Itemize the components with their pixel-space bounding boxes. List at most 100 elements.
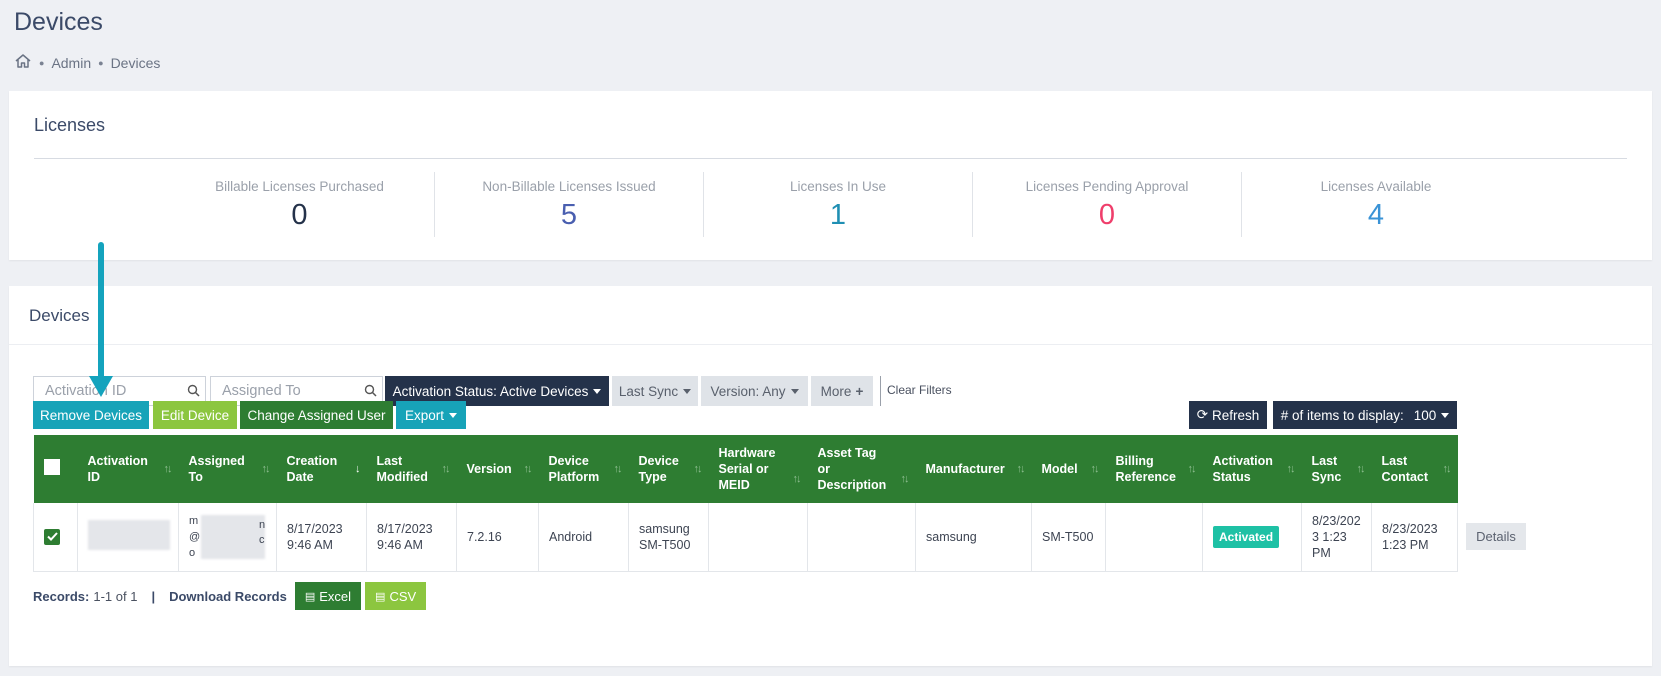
table-row[interactable]: m n @ c o 8/17/2023 9:46 AM 8/17/2023 9:46 … xyxy=(33,503,1458,572)
export-label: Export xyxy=(404,407,445,423)
clear-filters-link[interactable]: Clear Filters xyxy=(887,383,952,397)
col-assigned-to[interactable]: Assigned To ↑↓ xyxy=(178,435,277,503)
col-label: Last xyxy=(376,454,403,468)
col-device-platform[interactable]: Device Platform ↑↓ xyxy=(538,435,629,503)
status-badge: Activated xyxy=(1213,525,1280,548)
sort-icon[interactable]: ↑↓ xyxy=(164,461,173,477)
sort-desc-icon[interactable]: ↓ xyxy=(355,461,360,477)
search-icon[interactable] xyxy=(187,384,200,402)
sort-icon[interactable]: ↑↓ xyxy=(694,461,703,477)
col-label: Type xyxy=(638,470,667,484)
col-label: Date xyxy=(286,470,314,484)
sort-icon[interactable]: ↑↓ xyxy=(524,461,533,477)
select-all-checkbox[interactable] xyxy=(43,459,60,475)
cell-text: 3 1:23 PM xyxy=(1312,529,1347,560)
remove-devices-button[interactable]: Remove Devices xyxy=(33,401,149,429)
col-manufacturer[interactable]: Manufacturer ↑↓ xyxy=(915,435,1032,503)
col-last-modified[interactable]: Last Modified ↑↓ xyxy=(366,435,457,503)
sort-icon[interactable]: ↑↓ xyxy=(442,461,451,477)
col-billing-reference[interactable]: Billing Reference ↑↓ xyxy=(1105,435,1203,503)
row-select-cell xyxy=(33,503,78,572)
breadcrumb: ● Admin ● Devices xyxy=(14,53,160,72)
cell-text: 8/23/202 xyxy=(1312,513,1361,528)
col-label: Sync xyxy=(1311,470,1342,484)
col-activation-id[interactable]: Activation ID ↑↓ xyxy=(77,435,179,503)
col-label: Contact xyxy=(1381,470,1429,484)
sort-icon[interactable]: ↑↓ xyxy=(793,471,802,487)
sort-icon[interactable]: ↑↓ xyxy=(901,471,910,487)
stat-label: Billable Licenses Purchased xyxy=(215,179,384,194)
items-per-page-select[interactable]: # of items to display: 100 xyxy=(1273,401,1457,429)
assigned-fragment: n xyxy=(259,519,266,531)
records-footer: Records: 1-1 of 1 | Download Records ▤ Ex… xyxy=(33,582,430,610)
change-assigned-user-button[interactable]: Change Assigned User xyxy=(240,401,393,429)
col-label: Last xyxy=(1311,454,1338,468)
col-label: Serial or xyxy=(718,462,769,476)
more-filters-button[interactable]: More + xyxy=(811,376,873,406)
sort-icon[interactable]: ↑↓ xyxy=(1357,461,1366,477)
filter-label: Activation Status: Active Devices xyxy=(392,383,589,399)
stat-pending-approval: Licenses Pending Approval 0 xyxy=(972,172,1241,237)
sort-icon[interactable]: ↑↓ xyxy=(1188,461,1197,477)
search-icon[interactable] xyxy=(364,384,377,402)
stat-value: 0 xyxy=(1098,199,1116,231)
sort-icon[interactable]: ↑↓ xyxy=(262,461,271,477)
col-label: Description xyxy=(817,478,887,492)
col-asset-tag[interactable]: Asset Tag or Description ↑↓ xyxy=(807,435,916,503)
cell-text: 8/17/2023 xyxy=(377,521,433,536)
edit-device-button[interactable]: Edit Device xyxy=(153,401,237,429)
stat-non-billable-issued: Non-Billable Licenses Issued 5 xyxy=(434,172,703,237)
cell-platform: Android xyxy=(538,503,629,572)
col-label: Activation xyxy=(1212,454,1273,468)
sort-icon[interactable]: ↑↓ xyxy=(614,461,623,477)
col-device-type[interactable]: Device Type ↑↓ xyxy=(628,435,709,503)
licenses-card: Licenses Billable Licenses Purchased 0 N… xyxy=(9,91,1652,260)
cell-last-modified: 8/17/2023 9:46 AM xyxy=(366,503,457,572)
records-count: 1-1 of 1 xyxy=(93,588,138,604)
col-activation-status[interactable]: Activation Status ↑↓ xyxy=(1202,435,1302,503)
export-button[interactable]: Export xyxy=(396,401,466,429)
sort-icon[interactable]: ↑↓ xyxy=(1091,461,1100,477)
select-all-header xyxy=(33,435,78,503)
version-filter[interactable]: Version: Any xyxy=(701,376,808,406)
breadcrumb-devices: Devices xyxy=(110,54,161,71)
sort-icon[interactable]: ↑↓ xyxy=(1287,461,1296,477)
csv-download-button[interactable]: ▤ CSV xyxy=(365,582,427,610)
stat-label: Licenses Pending Approval xyxy=(1025,179,1189,194)
excel-download-button[interactable]: ▤ Excel xyxy=(294,582,362,610)
last-sync-filter[interactable]: Last Sync xyxy=(612,376,698,406)
home-icon[interactable] xyxy=(14,53,32,72)
filter-label: Version: Any xyxy=(710,383,786,399)
caret-down-icon xyxy=(593,388,602,394)
download-records-label: Download Records xyxy=(169,588,287,604)
cell-text: 8/23/2023 xyxy=(1382,521,1438,536)
sort-icon[interactable]: ↑↓ xyxy=(1443,461,1452,477)
cell-asset-tag xyxy=(807,503,916,572)
col-label: Modified xyxy=(376,470,428,484)
col-hardware-serial[interactable]: Hardware Serial or MEID ↑↓ xyxy=(708,435,808,503)
col-creation-date[interactable]: Creation Date ↓ xyxy=(276,435,367,503)
details-button[interactable]: Details xyxy=(1466,523,1526,550)
excel-label: Excel xyxy=(319,588,352,604)
col-label: Manufacturer xyxy=(925,462,1005,476)
sort-icon[interactable]: ↑↓ xyxy=(1017,461,1026,477)
col-version[interactable]: Version ↑↓ xyxy=(456,435,539,503)
col-label: Asset Tag xyxy=(817,446,877,460)
devices-table: Activation ID ↑↓ Assigned To ↑↓ Creation Date… xyxy=(33,435,1458,572)
col-last-sync[interactable]: Last Sync ↑↓ xyxy=(1301,435,1372,503)
items-label: # of items to display: xyxy=(1280,407,1404,423)
csv-label: CSV xyxy=(389,588,417,604)
assigned-fragment: c xyxy=(259,534,265,546)
license-stats: Billable Licenses Purchased 0 Non-Billab… xyxy=(165,172,1510,237)
caret-down-icon xyxy=(683,388,692,394)
cell-text: 9:46 AM xyxy=(377,537,423,552)
stat-label: Licenses In Use xyxy=(789,179,887,194)
col-model[interactable]: Model ↑↓ xyxy=(1031,435,1106,503)
stat-available: Licenses Available 4 xyxy=(1241,172,1510,237)
refresh-button[interactable]: ⟳ Refresh xyxy=(1189,401,1267,429)
col-last-contact[interactable]: Last Contact ↑↓ xyxy=(1371,435,1458,503)
col-label: Device xyxy=(638,454,679,468)
cell-creation-date: 8/17/2023 9:46 AM xyxy=(276,503,367,572)
breadcrumb-admin[interactable]: Admin xyxy=(51,55,91,71)
row-checkbox[interactable] xyxy=(44,528,60,545)
